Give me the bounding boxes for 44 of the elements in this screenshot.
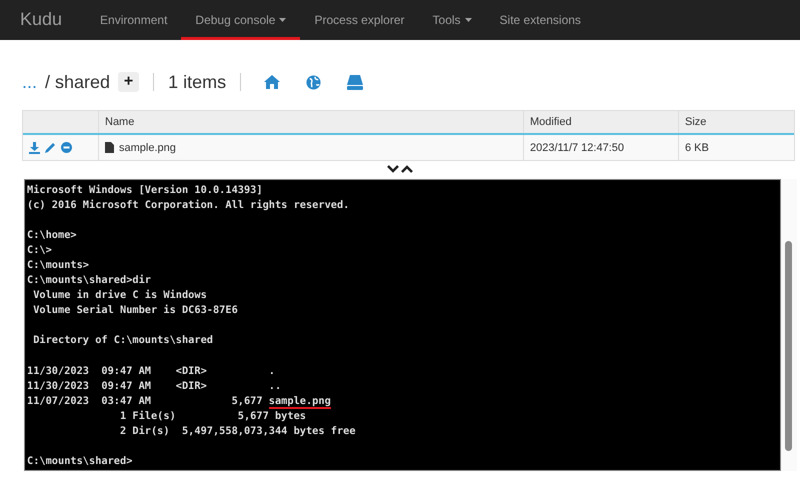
nav-tab[interactable]: Debug console bbox=[181, 0, 300, 40]
file-size: 6 KB bbox=[685, 142, 709, 154]
console-line: C:\mounts> bbox=[27, 258, 90, 274]
chevron-up-icon[interactable] bbox=[401, 165, 413, 173]
column-header[interactable]: Size bbox=[685, 116, 706, 128]
console-line: Microsoft Windows [Version 10.0.14393] bbox=[27, 183, 264, 198]
breadcrumb-link[interactable]: ... bbox=[22, 72, 38, 92]
console-line: Volume Serial Number is DC63-87E6 bbox=[32, 303, 239, 318]
file-name[interactable]: sample.png bbox=[119, 142, 176, 154]
console-line: (c) 2016 Microsoft Corporation. All rights reserved. bbox=[27, 198, 350, 214]
console-line: 11/30/2023 09:47 AM <DIR> . bbox=[27, 364, 276, 379]
nav-tab[interactable]: Process explorer bbox=[300, 0, 419, 40]
current-folder: / shared bbox=[45, 72, 110, 92]
nav-tab[interactable]: Site extensions bbox=[486, 0, 595, 40]
home-icon[interactable] bbox=[264, 75, 280, 89]
file-icon bbox=[105, 142, 114, 153]
column-header[interactable]: Name bbox=[105, 116, 134, 128]
nav-tab[interactable]: Environment bbox=[86, 0, 182, 40]
modified-date: 2023/11/7 12:47:50 bbox=[530, 142, 624, 154]
pencil-icon[interactable] bbox=[45, 142, 56, 153]
nav-tab[interactable]: Tools bbox=[418, 0, 486, 40]
scrollbar[interactable] bbox=[781, 179, 797, 471]
minus-circle-icon[interactable] bbox=[61, 142, 72, 153]
console-line: C:\> bbox=[27, 243, 53, 258]
console-line: C:\home> bbox=[27, 228, 78, 244]
brand-logo[interactable]: Kudu bbox=[20, 0, 62, 40]
console-line: Volume in drive C is Windows bbox=[32, 288, 208, 304]
caret-icon bbox=[279, 18, 286, 22]
console-line: 11/30/2023 09:47 AM <DIR> .. bbox=[27, 378, 282, 394]
add-button[interactable]: + bbox=[118, 72, 140, 92]
item-count: 1 items bbox=[168, 72, 226, 92]
download-icon[interactable] bbox=[29, 142, 40, 154]
console-panel[interactable] bbox=[24, 179, 781, 471]
console-line: C:\mounts\shared> bbox=[27, 454, 134, 469]
globe-icon[interactable] bbox=[306, 74, 322, 90]
console-line: 11/07/2023 03:47 AM 5,677 sample.png bbox=[27, 394, 332, 409]
caret-icon bbox=[464, 18, 472, 22]
console-line: 1 File(s) 5,677 bytes bbox=[118, 408, 307, 424]
column-header[interactable]: Modified bbox=[530, 116, 572, 128]
console-line: C:\mounts\shared>dir bbox=[27, 273, 152, 288]
chevron-down-icon[interactable] bbox=[387, 165, 399, 173]
drive-icon[interactable] bbox=[347, 74, 364, 90]
console-line: 2 Dir(s) 5,497,558,073,344 bytes free bbox=[118, 424, 357, 439]
console-line: Directory of C:\mounts\shared bbox=[32, 333, 214, 348]
